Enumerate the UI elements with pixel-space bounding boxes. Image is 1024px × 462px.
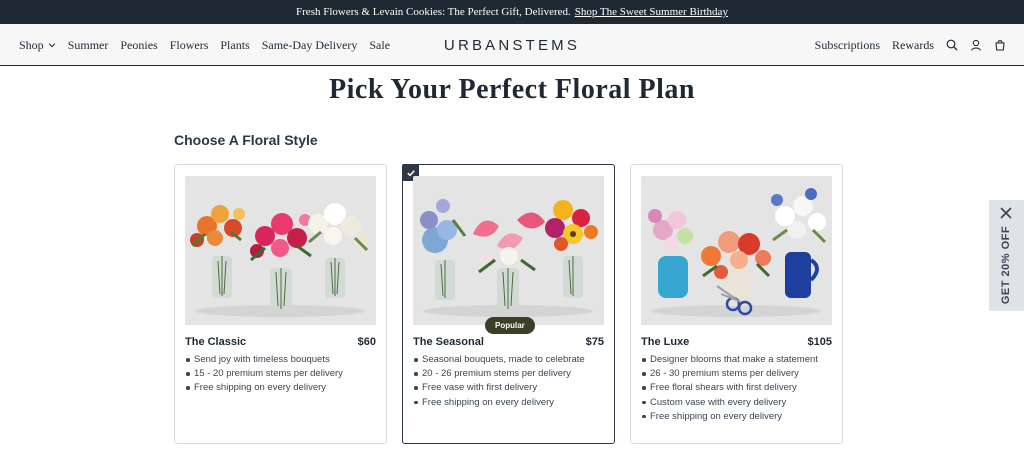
feature-item: Free floral shears with first delivery <box>641 381 841 395</box>
close-icon[interactable] <box>999 206 1013 220</box>
plan-price-luxe: $105 <box>807 336 832 348</box>
plan-card-luxe[interactable]: The Luxe $105 Designer blooms that make … <box>630 164 843 444</box>
discount-label: GET 20% OFF <box>1000 225 1012 305</box>
feature-item: Send joy with timeless bouquets <box>185 353 385 367</box>
site-header: Shop Summer Peonies Flowers Plants Same-… <box>0 24 1024 66</box>
feature-item: Seasonal bouquets, made to celebrate <box>413 353 613 367</box>
popular-badge: Popular <box>485 317 535 334</box>
plan-features-seasonal: Seasonal bouquets, made to celebrate 20 … <box>413 353 613 410</box>
plan-name-seasonal: The Seasonal <box>413 336 484 348</box>
main-nav: Shop Summer Peonies Flowers Plants Same-… <box>19 24 390 66</box>
page-title: Pick Your Perfect Floral Plan <box>329 74 695 105</box>
section-title: Choose A Floral Style <box>174 132 318 148</box>
nav-plants[interactable]: Plants <box>220 38 249 53</box>
plan-image-seasonal <box>413 176 604 325</box>
nav-summer[interactable]: Summer <box>68 38 109 53</box>
plan-card-classic[interactable]: The Classic $60 Send joy with timeless b… <box>174 164 387 444</box>
plan-name-classic: The Classic <box>185 336 247 348</box>
cart-icon <box>995 40 1005 51</box>
plan-image-classic <box>185 176 376 325</box>
announcement-text: Fresh Flowers & Levain Cookies: The Perf… <box>296 6 571 18</box>
feature-item: Custom vase with every delivery <box>641 396 841 410</box>
plan-price-seasonal: $75 <box>585 336 604 348</box>
announcement-bar: Fresh Flowers & Levain Cookies: The Perf… <box>0 0 1024 24</box>
nav-flowers[interactable]: Flowers <box>170 38 209 53</box>
discount-side-tab[interactable]: GET 20% OFF <box>989 200 1024 311</box>
nav-same-day-delivery[interactable]: Same-Day Delivery <box>262 38 358 53</box>
announcement-link[interactable]: Shop The Sweet Summer Birthday <box>575 6 728 18</box>
account-icon <box>970 39 982 51</box>
plan-card-seasonal[interactable]: Popular The Seasonal $75 Seasonal bouque… <box>402 164 615 444</box>
nav-shop-label: Shop <box>19 37 44 52</box>
nav-sale[interactable]: Sale <box>369 38 390 53</box>
feature-item: 26 - 30 premium stems per delivery <box>641 367 841 381</box>
search-icon <box>946 39 958 51</box>
nav-shop[interactable]: Shop <box>19 38 56 53</box>
chevron-down-icon <box>48 43 55 48</box>
feature-item: Free shipping on every delivery <box>641 410 841 424</box>
feature-item: 20 - 26 premium stems per delivery <box>413 367 613 381</box>
plan-image-luxe <box>641 176 832 325</box>
site-logo[interactable]: URBANSTEMS <box>444 37 580 54</box>
nav-subscriptions[interactable]: Subscriptions <box>815 38 880 53</box>
search-button[interactable] <box>946 39 958 51</box>
nav-peonies[interactable]: Peonies <box>120 38 157 53</box>
feature-item: 15 - 20 premium stems per delivery <box>185 367 385 381</box>
account-button[interactable] <box>970 39 982 51</box>
plan-price-classic: $60 <box>357 336 376 348</box>
feature-item: Free shipping on every delivery <box>413 396 613 410</box>
nav-rewards[interactable]: Rewards <box>892 38 934 53</box>
plan-features-luxe: Designer blooms that make a statement 26… <box>641 353 841 424</box>
plan-name-luxe: The Luxe <box>641 336 690 348</box>
feature-item: Free shipping on every delivery <box>185 381 385 395</box>
feature-item: Free vase with first delivery <box>413 381 613 395</box>
plan-features-classic: Send joy with timeless bouquets 15 - 20 … <box>185 353 385 396</box>
feature-item: Designer blooms that make a statement <box>641 353 841 367</box>
utility-nav: Subscriptions Rewards <box>815 24 1006 66</box>
cart-button[interactable] <box>994 39 1006 51</box>
